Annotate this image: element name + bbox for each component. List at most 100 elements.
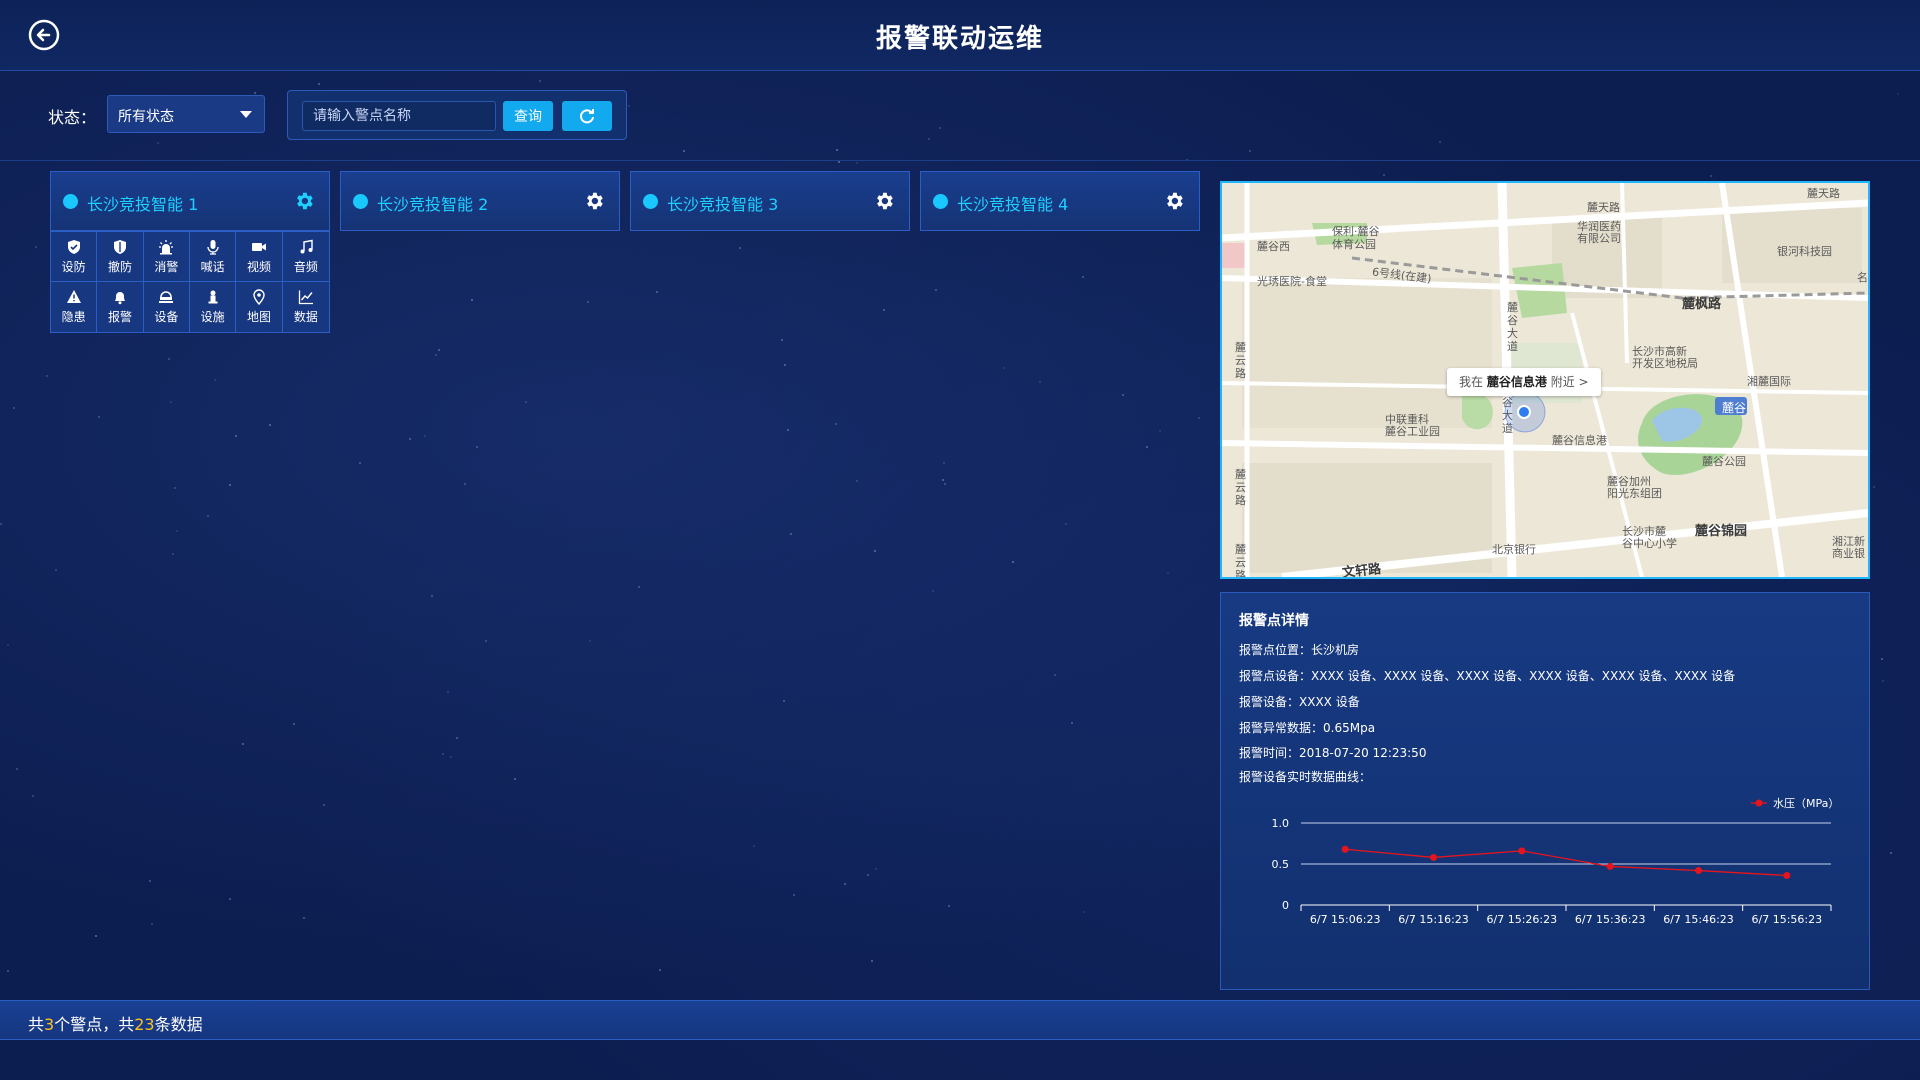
point-card-4[interactable]: 长沙竞投智能 4 [920, 171, 1200, 231]
status-label: 状态： [48, 108, 97, 127]
op-alarm[interactable]: 报警 [97, 282, 144, 332]
map-label: 麓云路 [1235, 468, 1246, 507]
op-arm[interactable]: 设防 [51, 232, 98, 282]
warning-triangle-icon [66, 290, 81, 303]
operation-grid: 设防 撤防 消警 喊话 视频 音频 隐患 报警 设备 设施 地图 数据 [50, 231, 330, 333]
details-devices: 报警点设备：XXXX 设备、XXXX 设备、XXXX 设备、XXXX 设备、XX… [1239, 669, 1736, 683]
map-label: 麓枫路 [1682, 297, 1722, 312]
map-label: 麓谷大道 [1507, 301, 1518, 353]
details-title: 报警点详情 [1239, 613, 1309, 629]
op-device[interactable]: 设备 [144, 282, 190, 332]
video-camera-icon [251, 242, 266, 251]
op-video[interactable]: 视频 [236, 232, 283, 282]
query-button[interactable]: 查询 [503, 101, 553, 131]
op-clear-alarm[interactable]: 消警 [143, 232, 190, 282]
gear-icon[interactable] [293, 190, 315, 212]
map-label: 体育公园 [1332, 238, 1376, 251]
point-card-2[interactable]: 长沙竞投智能 2 [340, 171, 620, 231]
map-label: 谷大道 [1502, 396, 1513, 435]
gear-icon[interactable] [583, 190, 605, 212]
points-count: 3 [44, 1015, 55, 1034]
map-label: 麓谷 [1722, 401, 1747, 415]
map-label: 文轩路 [1341, 561, 1382, 579]
data-point [1695, 867, 1702, 875]
map-label: 商业银 [1832, 547, 1865, 560]
op-map[interactable]: 地图 [236, 282, 283, 332]
map-location-popup[interactable]: 我在 麓谷信息港 附近 > [1447, 368, 1601, 396]
search-input[interactable] [302, 101, 496, 131]
map-label: 湘麓国际 [1747, 375, 1791, 388]
status-dot [63, 194, 78, 209]
header: 报警联动运维 [0, 0, 1920, 71]
map-label: 麓云路 [1235, 341, 1246, 380]
point-name: 长沙竞投智能 3 [667, 195, 779, 214]
map-label: 开发区地税局 [1632, 357, 1698, 370]
x-tick-label: 6/7 15:36:23 [1575, 913, 1646, 926]
status-dot [933, 194, 948, 209]
map-label: 麓谷西 [1257, 240, 1290, 253]
legend-marker [1755, 799, 1763, 807]
refresh-button[interactable] [562, 101, 612, 131]
search-group: 查询 [287, 90, 627, 140]
data-point [1606, 862, 1614, 870]
series-line [1345, 848, 1787, 877]
footer-summary: 共3个警点，共23条数据 [28, 1015, 203, 1034]
status-dot [643, 194, 658, 209]
data-count: 23 [134, 1015, 155, 1034]
map-label: 麓谷信息港 [1552, 434, 1607, 447]
op-data[interactable]: 数据 [283, 282, 329, 332]
point-name: 长沙竞投智能 4 [957, 195, 1069, 214]
microphone-icon [207, 239, 219, 255]
status-select[interactable]: 所有状态 [107, 95, 265, 133]
map-label: 谷中心小学 [1622, 537, 1677, 550]
filter-bar: 状态： 所有状态 查询 [0, 70, 1920, 161]
op-shout[interactable]: 喊话 [189, 232, 237, 282]
chevron-down-icon [240, 111, 252, 118]
map-label: 麓天路 [1807, 187, 1840, 200]
gear-icon[interactable] [1163, 190, 1185, 212]
map-label: 银河科技园 [1777, 245, 1832, 258]
op-facility[interactable]: 设施 [190, 282, 237, 332]
x-tick-label: 6/7 15:16:23 [1398, 913, 1469, 926]
op-disarm[interactable]: 撤防 [97, 232, 144, 282]
map-label: 北京银行 [1492, 543, 1536, 556]
data-point [1518, 847, 1526, 855]
gear-icon[interactable] [873, 190, 895, 212]
details-abnormal-data: 报警异常数据：0.65Mpa [1239, 721, 1376, 735]
x-tick-label: 6/7 15:56:23 [1752, 913, 1823, 926]
op-hazard[interactable]: 隐患 [51, 282, 98, 332]
line-chart-icon [298, 290, 313, 305]
facility-icon [208, 290, 218, 304]
y-tick-label: 1.0 [1272, 817, 1290, 830]
point-name: 长沙竞投智能 1 [87, 195, 199, 214]
map-label: 麓云路 [1235, 543, 1246, 579]
point-card-3[interactable]: 长沙竞投智能 3 [630, 171, 910, 231]
op-audio[interactable]: 音频 [282, 232, 329, 282]
map-label: 光琇医院-食堂 [1257, 275, 1327, 288]
realtime-line-chart: 0 0.5 1.0 6/7 15:06:23 6/7 15:16:23 6/7 15:26… [1272, 797, 1840, 926]
device-icon [159, 291, 174, 303]
data-point [1341, 845, 1349, 853]
alarm-light-icon [159, 239, 174, 254]
details-alarm-time: 报警时间：2018-07-20 12:23:50 [1239, 746, 1427, 760]
status-select-value: 所有状态 [118, 109, 174, 125]
map-label: 有限公司 [1577, 232, 1621, 245]
map-label: 麓谷锦园 [1695, 524, 1748, 539]
details-location: 报警点位置：长沙机房 [1239, 643, 1360, 657]
map-label: 名 [1857, 271, 1868, 284]
shield-check-icon [67, 239, 80, 254]
x-tick-label: 6/7 15:06:23 [1310, 913, 1381, 926]
x-tick-label: 6/7 15:46:23 [1663, 913, 1734, 926]
details-curve-label: 报警设备实时数据曲线： [1239, 770, 1372, 784]
point-card-1[interactable]: 长沙竞投智能 1 [50, 171, 330, 231]
status-dot [353, 194, 368, 209]
details-alarm-device: 报警设备：XXXX 设备 [1239, 695, 1360, 709]
map-label: 麓天路 [1587, 201, 1620, 214]
map-pin-icon [253, 289, 265, 305]
point-name: 长沙竞投智能 2 [377, 195, 489, 214]
alarm-details-panel: 报警点详情 报警点位置：长沙机房 报警点设备：XXXX 设备、XXXX 设备、X… [1220, 592, 1870, 990]
refresh-icon [580, 109, 594, 124]
map-view[interactable]: 麓天路 麓天路 麓谷西 保利·麓谷 体育公园 华润医药 有限公司 银河科技园 光… [1220, 181, 1870, 579]
music-note-icon [300, 239, 313, 253]
footer-status-bar: 共3个警点，共23条数据 [0, 1000, 1920, 1040]
